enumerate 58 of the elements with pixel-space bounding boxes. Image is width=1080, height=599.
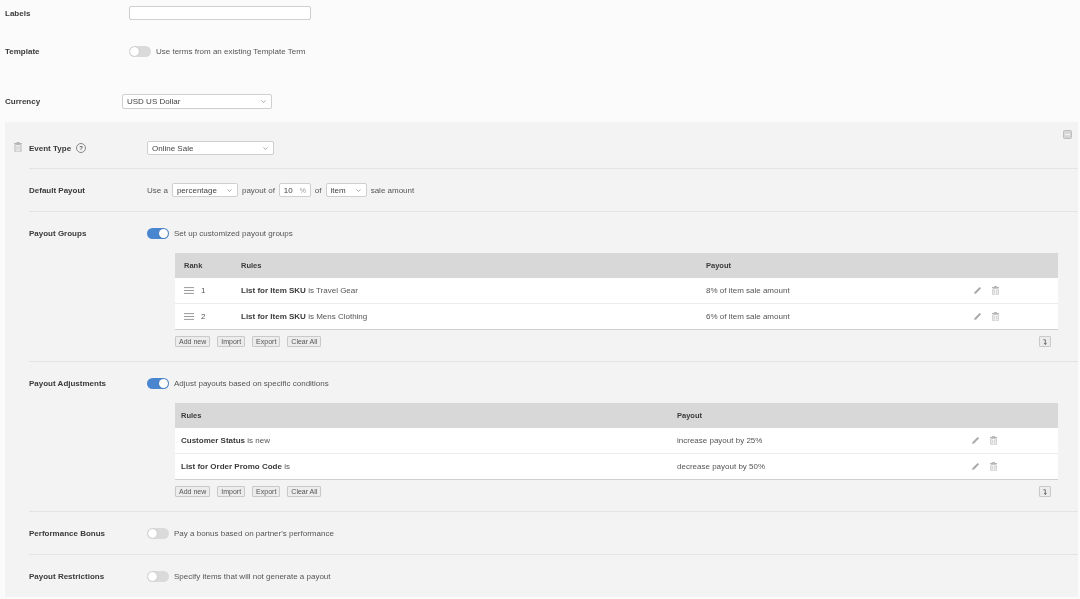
drag-handle-icon[interactable] [184, 313, 194, 320]
trash-icon[interactable] [992, 312, 999, 321]
table-cell-text: increase payout by 25% [676, 436, 764, 445]
option-text: Specify items that will not generate a payout [174, 571, 331, 581]
table-cell-text: 6% of item sale amount [705, 312, 791, 321]
chevron-down-icon [355, 188, 361, 192]
drag-handle-icon[interactable] [184, 287, 194, 294]
trash-icon[interactable] [14, 142, 22, 152]
text-input[interactable] [129, 6, 311, 20]
pencil-icon[interactable] [971, 436, 980, 445]
chevron-down-icon [261, 100, 266, 103]
table-cell-text: 2 [200, 312, 206, 321]
table-cell-text: List for Item SKU is Travel Gear [240, 286, 359, 295]
trash-icon[interactable] [990, 436, 997, 445]
sentence-text: sale amount [370, 185, 415, 195]
table-cell-text: 1 [200, 286, 206, 295]
trash-icon[interactable] [992, 286, 999, 295]
section-label: Payout Groups [29, 228, 87, 238]
corner-button[interactable] [1039, 336, 1051, 347]
bent-arrow-icon [1043, 338, 1047, 345]
table-cell-text: 8% of item sale amount [705, 286, 791, 295]
minus-icon[interactable] [1063, 130, 1072, 139]
toggle-switch[interactable] [147, 527, 169, 539]
trash-icon[interactable] [990, 462, 997, 471]
field-label: Currency [5, 97, 42, 106]
option-text: Set up customized payout groups [174, 228, 293, 238]
section-label: Default Payout [29, 185, 85, 195]
table-cell-text: Customer Status is new [180, 436, 271, 445]
option-text: Pay a bonus based on partner's performance [174, 528, 334, 538]
table-cell-text: List for Item SKU is Mens Clothing [240, 312, 369, 321]
pencil-icon[interactable] [973, 312, 982, 321]
toggle-switch[interactable] [147, 377, 169, 389]
field-label: Template [5, 46, 41, 56]
dropdown[interactable]: percentage [171, 183, 238, 197]
bent-arrow-icon [1043, 488, 1047, 495]
option-text: Use terms from an existing Template Term [156, 46, 306, 56]
chevron-down-icon [226, 188, 232, 192]
toggle-switch[interactable] [129, 45, 151, 57]
corner-button[interactable] [1039, 486, 1051, 497]
table-cell-text: decrease payout by 50% [676, 462, 767, 471]
pencil-icon[interactable] [971, 462, 980, 471]
field-label: Labels [5, 8, 32, 18]
sentence-text: payout of [241, 185, 275, 195]
chevron-down-icon [263, 146, 268, 150]
section-label: Payout Adjustments [29, 378, 107, 388]
toggle-switch[interactable] [147, 227, 169, 239]
dropdown[interactable]: Online Sale [147, 141, 274, 155]
section-label: Event Type [29, 143, 72, 153]
dropdown[interactable]: USD US Dollar [122, 94, 272, 109]
option-text: Adjust payouts based on specific conditions [174, 378, 329, 388]
sentence-text: Use a [147, 185, 168, 195]
sentence-text: of [314, 185, 322, 195]
pencil-icon[interactable] [973, 286, 982, 295]
section-label: Performance Bonus [29, 528, 106, 538]
table-cell-text: List for Order Promo Code is [180, 462, 291, 471]
section-label: Payout Restrictions [29, 571, 105, 581]
toggle-switch[interactable] [147, 570, 169, 582]
dropdown[interactable]: item [325, 183, 367, 197]
